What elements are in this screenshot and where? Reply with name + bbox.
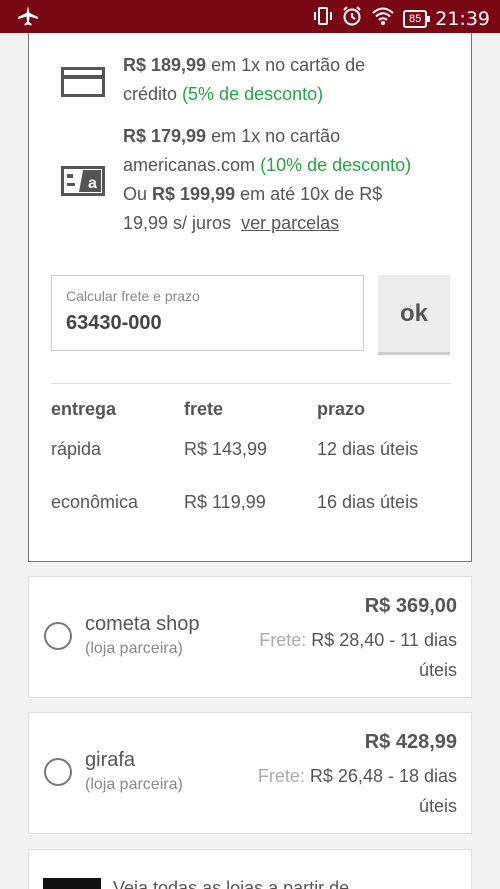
- all-stores-card[interactable]: Veja todas as lojas a partir de: [28, 849, 472, 889]
- seller-radio[interactable]: [44, 622, 72, 650]
- freight-cep-value[interactable]: 63430-000: [66, 312, 349, 335]
- credit-card-icon: [61, 67, 105, 97]
- clock: 21:39: [435, 7, 490, 30]
- payment-card: R$ 189,99 em 1x no cartão de crédito (5%…: [28, 33, 472, 562]
- vibrate-icon: [313, 6, 333, 31]
- credit-card-option: R$ 189,99 em 1x no cartão de crédito (5%…: [61, 51, 365, 109]
- americanas-price: R$ 179,99: [123, 126, 207, 146]
- seller-freight: Frete: R$ 26,48 - 18 dias úteis: [257, 766, 457, 816]
- ok-button[interactable]: ok: [378, 275, 450, 355]
- alarm-icon: [341, 5, 363, 32]
- status-bar: 85 21:39: [0, 0, 500, 33]
- americanas-card-option: a R$ 179,99 em 1x no cartão americanas.c…: [61, 122, 411, 238]
- americanas-discount: (10% de desconto): [260, 155, 412, 175]
- seller-freight: Frete: R$ 28,40 - 11 dias úteis: [259, 630, 457, 680]
- freight-label: Calcular frete e prazo: [66, 288, 200, 304]
- svg-text:a: a: [88, 175, 97, 192]
- airplane-icon: [16, 5, 40, 32]
- battery-icon: 85: [402, 9, 431, 28]
- installment-price: R$ 199,99: [152, 184, 236, 204]
- credit-discount: (5% de desconto): [182, 84, 324, 104]
- divider: [51, 383, 451, 384]
- seller-price: R$ 369,00: [364, 595, 457, 617]
- seller-name: girafa: [85, 749, 136, 771]
- seller-option-girafa[interactable]: girafa (loja parceira) R$ 428,99 Frete: …: [28, 712, 472, 834]
- freight-cep-field[interactable]: Calcular frete e prazo 63430-000: [51, 275, 364, 351]
- seller-price: R$ 428,99: [364, 731, 457, 753]
- seller-name: cometa shop: [85, 613, 200, 635]
- seller-partner-label: (loja parceira): [85, 776, 183, 793]
- ver-parcelas-link[interactable]: ver parcelas: [241, 213, 339, 233]
- store-logo: [43, 878, 101, 889]
- all-stores-text: Veja todas as lojas a partir de: [113, 878, 350, 889]
- americanas-card-icon: a: [61, 166, 105, 196]
- seller-partner-label: (loja parceira): [85, 640, 183, 657]
- seller-option-cometa-shop[interactable]: cometa shop (loja parceira) R$ 369,00 Fr…: [28, 576, 472, 698]
- wifi-icon: [371, 6, 395, 31]
- credit-price: R$ 189,99: [123, 55, 207, 75]
- seller-radio[interactable]: [44, 758, 72, 786]
